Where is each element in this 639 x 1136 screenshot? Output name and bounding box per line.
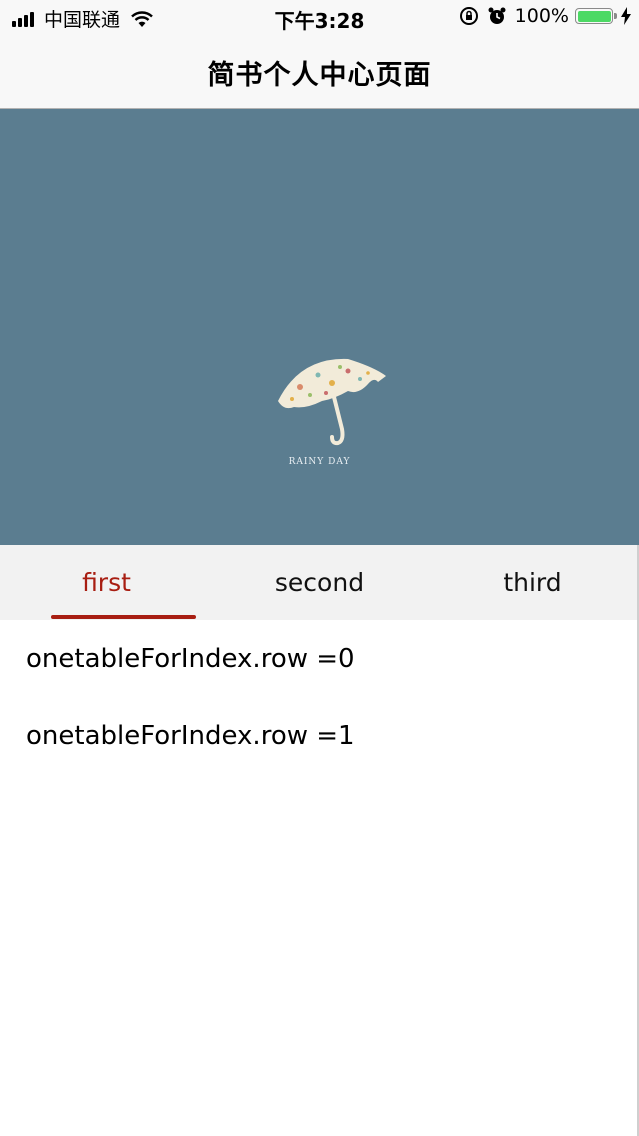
table-list: onetableForIndex.row =0 onetableForIndex… (0, 620, 639, 774)
status-right: 100% (459, 5, 631, 27)
tab-indicator (51, 615, 196, 619)
tab-third[interactable]: third (426, 545, 639, 620)
alarm-icon (488, 7, 506, 24)
tab-bar: first second third (0, 545, 639, 620)
battery-fill (577, 10, 611, 22)
umbrella-icon (278, 358, 386, 446)
battery-icon (575, 8, 617, 24)
status-bar: 中国联通 下午3:28 100% (0, 0, 639, 36)
list-item[interactable]: onetableForIndex.row =1 (0, 697, 639, 774)
tab-second[interactable]: second (213, 545, 426, 620)
battery-percent: 100% (514, 5, 569, 27)
page-title: 简书个人中心页面 (207, 59, 432, 91)
header-image: RAINY DAY (0, 109, 639, 545)
tab-first[interactable]: first (0, 545, 213, 620)
image-caption: RAINY DAY (288, 457, 351, 467)
list-item[interactable]: onetableForIndex.row =0 (0, 620, 639, 697)
rotation-lock-icon (459, 7, 478, 25)
navigation-bar: 简书个人中心页面 (0, 36, 639, 109)
charging-icon (621, 7, 631, 25)
